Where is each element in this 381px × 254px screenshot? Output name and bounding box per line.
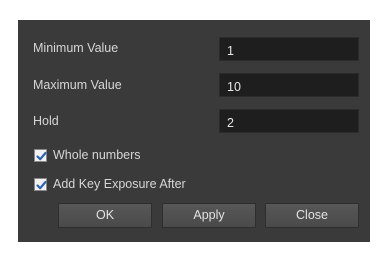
maximum-value-input[interactable] xyxy=(219,73,359,97)
ok-button[interactable]: OK xyxy=(58,203,152,228)
checkmark-icon xyxy=(36,180,47,189)
whole-numbers-option[interactable]: Whole numbers xyxy=(34,147,141,163)
checkmark-icon xyxy=(36,151,47,160)
hold-label: Hold xyxy=(33,114,59,128)
set-ease-dialog: Minimum Value Maximum Value Hold Whole n… xyxy=(18,20,370,242)
minimum-value-label: Minimum Value xyxy=(33,41,119,55)
add-key-exposure-option[interactable]: Add Key Exposure After xyxy=(34,176,186,192)
close-button[interactable]: Close xyxy=(265,203,359,228)
apply-button[interactable]: Apply xyxy=(162,203,256,228)
whole-numbers-checkbox[interactable] xyxy=(34,148,47,162)
hold-input[interactable] xyxy=(219,109,359,133)
add-key-exposure-label: Add Key Exposure After xyxy=(53,177,186,191)
maximum-value-label: Maximum Value xyxy=(33,78,122,92)
whole-numbers-label: Whole numbers xyxy=(53,148,141,162)
minimum-value-input[interactable] xyxy=(219,37,359,61)
add-key-exposure-checkbox[interactable] xyxy=(34,177,47,191)
